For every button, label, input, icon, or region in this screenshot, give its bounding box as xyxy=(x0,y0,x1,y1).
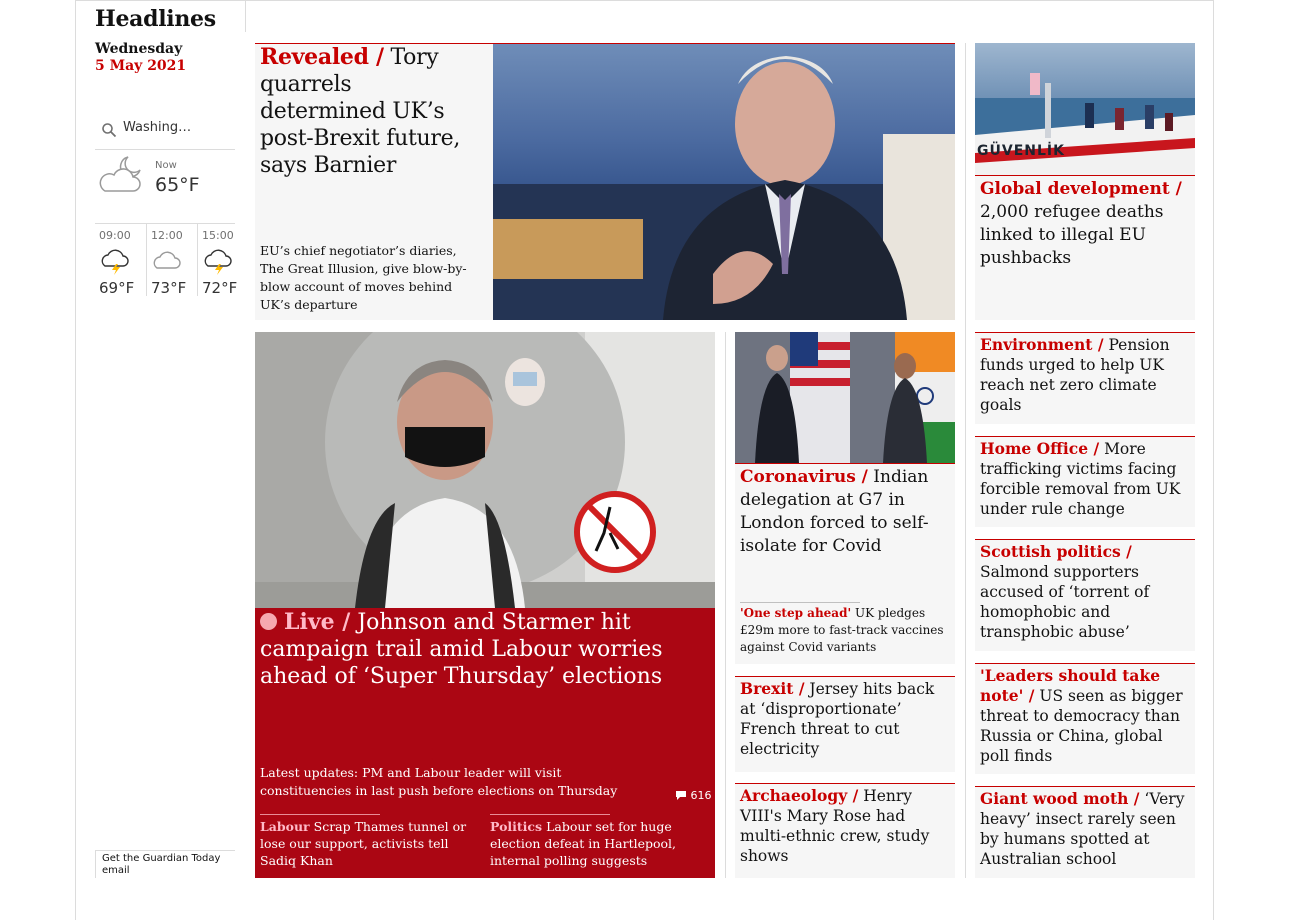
comment-count[interactable]: 616 xyxy=(675,789,712,802)
sublink-rule xyxy=(260,814,380,815)
story-card-leaders[interactable]: 'Leaders should take note' / US seen as … xyxy=(975,663,1195,774)
barnier-photo[interactable] xyxy=(493,44,955,320)
story-kicker: Brexit / xyxy=(740,679,805,698)
sublink-kicker: Labour xyxy=(260,819,310,834)
refugee-boat-photo[interactable]: GÜVENLİK xyxy=(975,43,1195,175)
weather-location-input[interactable]: Washing… xyxy=(95,112,235,150)
partly-cloudy-night-icon xyxy=(95,153,147,201)
column-divider xyxy=(965,43,966,878)
story-kicker: Global development / xyxy=(980,179,1182,199)
forecast-time: 12:00 xyxy=(151,229,183,242)
forecast-slot: 15:00 72°F xyxy=(197,224,244,297)
story-kicker: Home Office / xyxy=(980,439,1100,458)
forecast-slot: 09:00 69°F xyxy=(95,224,141,297)
story-headline[interactable]: Scottish politics / Salmond supporters a… xyxy=(980,542,1192,642)
story-card-brexit[interactable]: Brexit / Jersey hits back at ‘disproport… xyxy=(735,676,955,772)
cloud-lightning-icon xyxy=(99,248,133,280)
email-signup-link[interactable]: Get the Guardian Today email xyxy=(95,850,235,878)
story-headline[interactable]: Home Office / More trafficking victims f… xyxy=(980,439,1192,519)
weather-forecast: 09:00 69°F 12:00 73°F 15:00 72°F xyxy=(95,223,237,297)
sublink-labour[interactable]: Labour Scrap Thames tunnel or lose our s… xyxy=(260,818,470,869)
forecast-time: 15:00 xyxy=(202,229,234,242)
story-kicker: Giant wood moth / xyxy=(980,789,1140,808)
story-headline[interactable]: 'Leaders should take note' / US seen as … xyxy=(980,666,1192,766)
story-headline-text: Salmond supporters accused of ‘torrent o… xyxy=(980,563,1150,641)
story-kicker: Coronavirus / xyxy=(740,467,868,487)
story-card-india[interactable]: Coronavirus / Indian delegation at G7 in… xyxy=(735,332,955,664)
story-standfirst: EU’s chief negotiator’s diaries, The Gre… xyxy=(260,243,467,312)
story-headline[interactable]: Giant wood moth / ‘Very heavy’ insect ra… xyxy=(980,789,1192,869)
g7-delegation-photo[interactable] xyxy=(735,332,955,463)
search-icon xyxy=(102,123,117,138)
story-card-homeoffice[interactable]: Home Office / More trafficking victims f… xyxy=(975,436,1195,527)
story-headline[interactable]: Brexit / Jersey hits back at ‘disproport… xyxy=(740,679,952,759)
cloud-lightning-icon xyxy=(202,248,236,280)
story-headline[interactable]: Global development / 2,000 refugee death… xyxy=(980,178,1192,270)
story-kicker: Archaeology / xyxy=(740,786,859,805)
story-card-refugee[interactable]: GÜVENLİK Global development / 2,000 refu… xyxy=(975,43,1195,320)
card-rule xyxy=(735,463,955,464)
sublink-kicker: Politics xyxy=(490,819,543,834)
starmer-photo[interactable] xyxy=(255,332,715,608)
boat-hull-text: GÜVENLİK xyxy=(977,143,1065,159)
forecast-temp: 73°F xyxy=(151,279,187,297)
comment-icon xyxy=(676,791,686,800)
story-headline[interactable]: Environment / Pension funds urged to hel… xyxy=(980,335,1192,415)
sublink-politics[interactable]: Politics Labour set for huge election de… xyxy=(490,818,700,869)
story-headline[interactable]: Live / Johnson and Starmer hit campaign … xyxy=(260,609,700,690)
story-headline[interactable]: Archaeology / Henry VIII's Mary Rose had… xyxy=(740,786,952,866)
story-kicker: Scottish politics / xyxy=(980,542,1132,561)
comment-count-value: 616 xyxy=(690,789,712,802)
story-kicker: Live / xyxy=(284,609,351,635)
story-headline[interactable]: Revealed / Tory quarrels determined UK’s… xyxy=(260,44,480,179)
forecast-time: 09:00 xyxy=(99,229,131,242)
sublink-rule xyxy=(740,602,860,603)
story-card-archaeology[interactable]: Archaeology / Henry VIII's Mary Rose had… xyxy=(735,783,955,878)
story-card-environment[interactable]: Environment / Pension funds urged to hel… xyxy=(975,332,1195,424)
column-divider xyxy=(725,332,726,878)
forecast-temp: 72°F xyxy=(202,279,238,297)
story-card-live[interactable]: Live / Johnson and Starmer hit campaign … xyxy=(255,332,715,878)
weather-now-temp: 65°F xyxy=(155,174,200,196)
section-title[interactable]: Headlines xyxy=(95,6,216,32)
story-card-barnier[interactable]: Revealed / Tory quarrels determined UK’s… xyxy=(255,43,955,320)
weather-now-label: Now xyxy=(155,160,177,171)
story-headline-text: 2,000 refugee deaths linked to illegal E… xyxy=(980,202,1164,268)
weather-location-text: Washing… xyxy=(123,120,192,135)
story-card-scottish[interactable]: Scottish politics / Salmond supporters a… xyxy=(975,539,1195,651)
story-card-moth[interactable]: Giant wood moth / ‘Very heavy’ insect ra… xyxy=(975,786,1195,878)
card-rule xyxy=(975,175,1195,176)
sublink-vaccines[interactable]: 'One step ahead' UK pledges £29m more to… xyxy=(740,605,952,656)
date-day: Wednesday xyxy=(95,41,183,57)
story-standfirst: Latest updates: PM and Labour leader wil… xyxy=(260,765,618,798)
forecast-slot: 12:00 73°F xyxy=(146,224,193,297)
story-headline[interactable]: Coronavirus / Indian delegation at G7 in… xyxy=(740,466,952,558)
sublink-rule xyxy=(490,814,610,815)
header-divider xyxy=(245,0,246,32)
forecast-temp: 69°F xyxy=(99,279,135,297)
cloud-icon xyxy=(151,248,185,280)
live-pulse-icon xyxy=(260,613,277,630)
story-kicker: Revealed / xyxy=(260,44,384,70)
sublink-kicker: 'One step ahead' xyxy=(740,606,852,620)
date-full: 5 May 2021 xyxy=(95,58,187,74)
story-kicker: Environment / xyxy=(980,335,1104,354)
